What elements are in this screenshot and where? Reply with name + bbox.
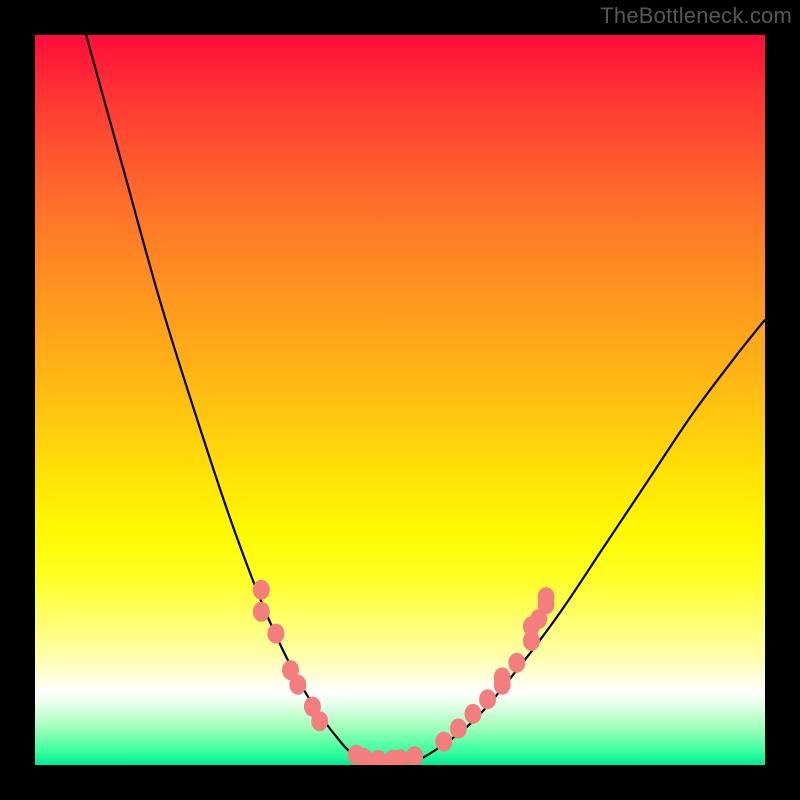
data-marker	[538, 587, 555, 607]
data-marker	[253, 580, 270, 600]
marker-group	[253, 580, 555, 765]
data-marker	[253, 602, 270, 622]
data-marker	[479, 689, 496, 709]
data-marker	[494, 667, 511, 687]
data-marker	[435, 732, 452, 752]
chart-svg	[35, 35, 765, 765]
chart-frame: TheBottleneck.com	[0, 0, 800, 800]
data-marker	[311, 711, 328, 731]
chart-plot-area	[35, 35, 765, 765]
watermark-text: TheBottleneck.com	[600, 3, 792, 29]
data-marker	[289, 675, 306, 695]
data-marker	[406, 746, 423, 765]
data-marker	[450, 719, 467, 739]
data-marker	[370, 750, 387, 765]
data-marker	[508, 653, 525, 673]
data-marker	[465, 704, 482, 724]
curve-line	[86, 35, 765, 763]
data-marker	[267, 624, 284, 644]
